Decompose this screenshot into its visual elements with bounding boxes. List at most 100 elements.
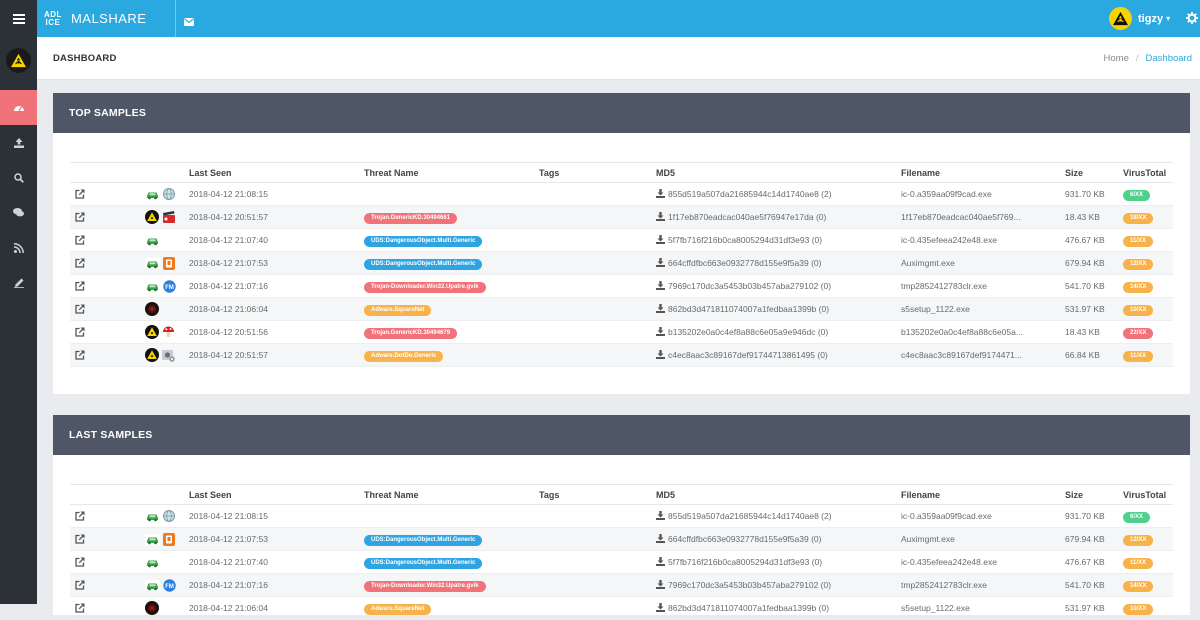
brand-logo[interactable]: ADL ICE MALSHARE <box>44 0 146 37</box>
table-row[interactable]: 2018-04-12 21:06:04 Adware.SquareNet 862bd… <box>70 297 1173 321</box>
external-link-icon[interactable] <box>75 212 85 223</box>
download-icon[interactable] <box>656 557 668 567</box>
virustotal-badge[interactable]: 11/XX <box>1123 350 1154 362</box>
external-link-icon[interactable] <box>75 189 85 200</box>
mail-button[interactable] <box>184 13 194 31</box>
sidebar-item-dashboard[interactable] <box>0 90 37 125</box>
md5-link[interactable]: 1f17eb870eadcac040ae5f76947e17da (0) <box>668 212 826 222</box>
threat-badge[interactable]: Adware.SquareNet <box>364 304 432 316</box>
virustotal-badge[interactable]: 18/XX <box>1123 212 1154 224</box>
threat-badge[interactable]: UDS:DangerousObject.Multi.Generic <box>364 235 483 247</box>
virustotal-badge[interactable]: 6/XX <box>1123 189 1151 201</box>
virustotal-badge[interactable]: 22/XX <box>1123 327 1154 339</box>
sidebar-item-feed[interactable] <box>0 230 37 265</box>
external-link-icon[interactable] <box>75 557 85 568</box>
virustotal-badge[interactable]: 11/XX <box>1123 235 1154 247</box>
external-link-icon[interactable] <box>75 511 85 522</box>
download-icon[interactable] <box>656 534 668 544</box>
threat-badge[interactable]: Trojan.GenericKD.30494679 <box>364 327 458 339</box>
hazard-icon <box>1113 11 1128 26</box>
md5-link[interactable]: 862bd3d471811074007a1fedbaa1399b (0) <box>668 603 829 613</box>
md5-link[interactable]: 664cffdfbc663e0932778d155e9f5a39 (0) <box>668 258 821 268</box>
download-icon[interactable] <box>656 235 668 245</box>
external-link-icon[interactable] <box>75 235 85 246</box>
md5-link[interactable]: 855d519a507da21685944c14d1740ae8 (2) <box>668 511 832 521</box>
virustotal-badge[interactable]: 14/XX <box>1123 580 1154 592</box>
threat-badge[interactable]: Trojan.GenericKD.30494661 <box>364 212 458 224</box>
user-menu[interactable]: tigzy ▾ <box>1109 6 1170 31</box>
virustotal-badge[interactable]: 10/XX <box>1123 603 1154 615</box>
virustotal-badge[interactable]: 11/XX <box>1123 557 1154 569</box>
virustotal-badge[interactable]: 6/XX <box>1123 511 1151 523</box>
sidebar-item-comments[interactable] <box>0 195 37 230</box>
md5-link[interactable]: 664cffdfbc663e0932778d155e9f5a39 (0) <box>668 534 821 544</box>
table-row[interactable]: FM 2018-04-12 21:07:16 Trojan-Downloader.W… <box>70 274 1173 298</box>
md5-link[interactable]: 7969c170dc3a5453b03b457aba279102 (0) <box>668 580 831 590</box>
virustotal-badge[interactable]: 12/XX <box>1123 534 1154 546</box>
menu-toggle-button[interactable] <box>0 0 37 37</box>
sidebar-item-search[interactable] <box>0 160 37 195</box>
table-row[interactable]: 2018-04-12 21:07:40 UDS:DangerousObject.M… <box>70 228 1173 252</box>
download-icon[interactable] <box>656 281 668 291</box>
settings-button[interactable] <box>1186 11 1198 29</box>
md5-link[interactable]: 855d519a507da21685944c14d1740ae8 (2) <box>668 189 832 199</box>
table-row[interactable]: 2018-04-12 20:51:57 Trojan.GenericKD.3049… <box>70 205 1173 229</box>
md5-link[interactable]: 862bd3d471811074007a1fedbaa1399b (0) <box>668 304 829 314</box>
icons-cell <box>128 297 186 321</box>
table-row[interactable]: 2018-04-12 21:08:15 855d519a507da21685944… <box>70 182 1173 206</box>
blue-app-icon: FM <box>163 578 176 592</box>
external-link-icon[interactable] <box>75 327 85 338</box>
breadcrumb-current[interactable]: Dashboard <box>1146 53 1192 64</box>
threat-badge[interactable]: UDS:DangerousObject.Multi.Generic <box>364 557 483 569</box>
tags-cell <box>536 504 653 528</box>
sidebar-avatar[interactable] <box>6 48 31 73</box>
table-row[interactable]: 2018-04-12 20:51:57 Adware.DotDo.Generic c… <box>70 343 1173 367</box>
md5-link[interactable]: c4ec8aac3c89167def91744713861495 (0) <box>668 350 828 360</box>
external-link-icon[interactable] <box>75 281 85 292</box>
table-row[interactable]: 2018-04-12 21:07:53 UDS:DangerousObject.M… <box>70 251 1173 275</box>
external-link-icon[interactable] <box>75 534 85 545</box>
size: 531.97 KB <box>1062 596 1120 620</box>
external-link-icon[interactable] <box>75 258 85 269</box>
threat-cell: UDS:DangerousObject.Multi.Generic <box>361 550 536 574</box>
download-icon[interactable] <box>656 580 668 590</box>
md5-link[interactable]: b135202e0a0c4ef8a88c6e05a9e946dc (0) <box>668 327 828 337</box>
table-row[interactable]: 2018-04-12 21:07:53 UDS:DangerousObject.M… <box>70 527 1173 551</box>
download-icon[interactable] <box>656 603 668 613</box>
column-header: Last Seen <box>186 484 361 505</box>
download-icon[interactable] <box>656 258 668 268</box>
virustotal-badge[interactable]: 12/XX <box>1123 258 1154 270</box>
comments-icon <box>13 208 24 217</box>
external-link-icon[interactable] <box>75 580 85 591</box>
external-link-icon[interactable] <box>75 304 85 315</box>
download-icon[interactable] <box>656 327 668 337</box>
breadcrumb-home-link[interactable]: Home <box>1104 53 1129 64</box>
table-row[interactable]: 2018-04-12 21:07:40 UDS:DangerousObject.M… <box>70 550 1173 574</box>
external-link-icon[interactable] <box>75 350 85 361</box>
md5-link[interactable]: 7969c170dc3a5453b03b457aba279102 (0) <box>668 281 831 291</box>
threat-badge[interactable]: Adware.DotDo.Generic <box>364 350 444 362</box>
download-icon[interactable] <box>656 212 668 222</box>
table-row[interactable]: 2018-04-12 21:08:15 855d519a507da21685944… <box>70 504 1173 528</box>
threat-badge[interactable]: Adware.SquareNet <box>364 603 432 615</box>
threat-badge[interactable]: Trojan-Downloader.Win32.Upatre.gvik <box>364 281 486 293</box>
virustotal-badge[interactable]: 14/XX <box>1123 281 1154 293</box>
sidebar-item-submit[interactable] <box>0 265 37 300</box>
sample-icons <box>131 321 186 343</box>
threat-badge[interactable]: Trojan-Downloader.Win32.Upatre.gvik <box>364 580 486 592</box>
md5-link[interactable]: 5f7fb716f216b0ca8005294d31df3e93 (0) <box>668 235 822 245</box>
table-row[interactable]: FM 2018-04-12 21:07:16 Trojan-Downloader.W… <box>70 573 1173 597</box>
table-row[interactable]: 2018-04-12 21:06:04 Adware.SquareNet 862bd… <box>70 596 1173 620</box>
external-link-icon[interactable] <box>75 603 85 614</box>
md5-link[interactable]: 5f7fb716f216b0ca8005294d31df3e93 (0) <box>668 557 822 567</box>
threat-badge[interactable]: UDS:DangerousObject.Multi.Generic <box>364 534 483 546</box>
download-icon[interactable] <box>656 350 668 360</box>
table-row[interactable]: 2018-04-12 20:51:56 Trojan.GenericKD.3049… <box>70 320 1173 344</box>
download-icon[interactable] <box>656 189 668 199</box>
globe-icon <box>163 188 175 200</box>
download-icon[interactable] <box>656 304 668 314</box>
sidebar-item-upload[interactable] <box>0 125 37 160</box>
virustotal-badge[interactable]: 10/XX <box>1123 304 1154 316</box>
threat-badge[interactable]: UDS:DangerousObject.Multi.Generic <box>364 258 483 270</box>
download-icon[interactable] <box>656 511 668 521</box>
